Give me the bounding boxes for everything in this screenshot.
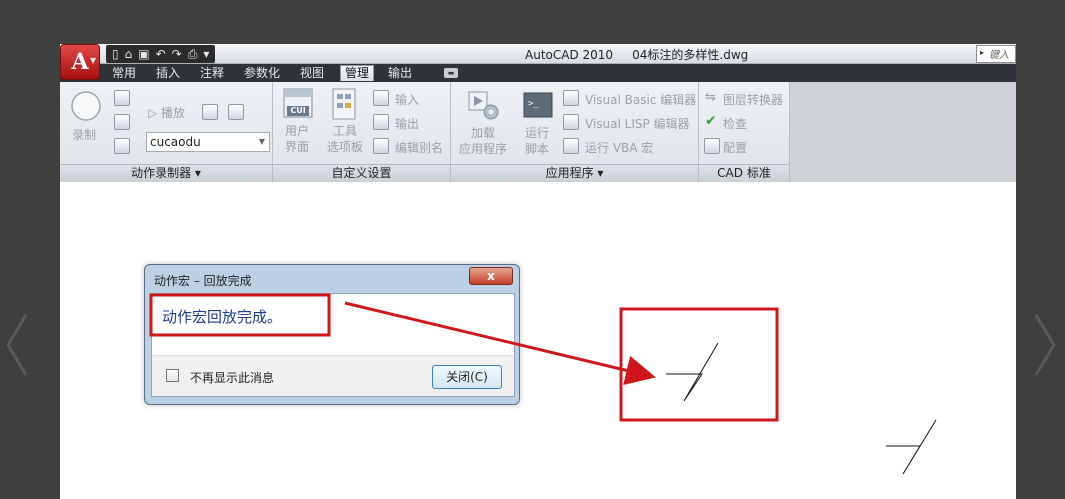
layer-translator-icon[interactable]: ⇋	[705, 90, 716, 105]
search-caret-icon: ▸	[980, 48, 985, 57]
tab-view[interactable]: 视图	[296, 66, 328, 82]
minimize-ribbon-icon[interactable]: ▬	[444, 68, 458, 78]
search-input[interactable]: ▸ 键入	[976, 45, 1016, 63]
dont-show-again-label[interactable]: 不再显示此消息	[190, 369, 274, 386]
redo-icon[interactable]: ↷	[172, 46, 182, 62]
dialog-title: 动作宏 – 回放完成	[154, 274, 252, 288]
next-arrow-icon[interactable]	[1030, 300, 1060, 390]
tool-palettes-label-1[interactable]: 工具	[333, 124, 357, 139]
dialog-body: 动作宏回放完成。	[151, 293, 515, 355]
title-bar: ▯ ⌂ ▣ ↶ ↷ ⎙ ▾ AutoCAD 2010 04标注的多样性.dwg …	[60, 44, 1016, 64]
check-icon[interactable]: ✔	[705, 113, 717, 129]
panel-customization: CUI 用户 界面 工具 选项板 输入 输出 编辑别名 自定义设置	[273, 82, 451, 182]
edit-aliases-icon[interactable]	[373, 138, 389, 154]
ribbon-tab-bar: 常用 插入 注释 参数化 视图 管理 输出 ▬	[60, 64, 1016, 82]
undo-icon[interactable]: ↶	[156, 46, 166, 62]
ribbon: 录制 ▷ 播放 cucaodu ▼ 动作录制器 ▾ CUI 用户 界面 工具 选…	[60, 82, 1016, 182]
panel-applications: 加载 应用程序 >_ 运行 脚本 Visual Basic 编辑器 Visual…	[451, 82, 699, 182]
import-icon[interactable]	[373, 90, 389, 106]
tab-manage[interactable]: 管理	[340, 65, 375, 81]
run-script-icon[interactable]: >_	[523, 92, 553, 118]
lisp-editor-icon[interactable]	[563, 114, 579, 130]
chevron-down-icon: ▼	[258, 137, 265, 146]
vba-editor-button[interactable]: Visual Basic 编辑器	[585, 91, 696, 108]
layer-translator-button[interactable]: 图层转换器	[723, 91, 783, 108]
dialog-message: 动作宏回放完成。	[162, 308, 283, 326]
vba-editor-icon[interactable]	[563, 90, 579, 106]
check-button[interactable]: 检查	[723, 115, 747, 132]
autocad-window: ▯ ⌂ ▣ ↶ ↷ ⎙ ▾ AutoCAD 2010 04标注的多样性.dwg …	[60, 44, 1016, 499]
panel-title-customization: 自定义设置	[273, 164, 450, 182]
export-button[interactable]: 输出	[395, 115, 419, 132]
run-vba-macro-icon[interactable]	[563, 138, 579, 154]
panel-title-action-recorder[interactable]: 动作录制器 ▾	[60, 164, 272, 182]
ribbon-empty-area	[790, 82, 1016, 182]
cui-badge: CUI	[290, 106, 306, 115]
panel-title-applications[interactable]: 应用程序 ▾	[451, 164, 698, 182]
tab-output[interactable]: 输出	[384, 66, 416, 82]
tool-palettes-icon[interactable]	[331, 88, 359, 120]
dont-show-again-checkbox[interactable]	[166, 369, 179, 382]
panel-action-recorder: 录制 ▷ 播放 cucaodu ▼ 动作录制器 ▾	[60, 82, 273, 182]
macro-select-value: cucaodu	[150, 135, 201, 149]
svg-text:>_: >_	[528, 99, 539, 109]
panel-title-cad-standards: CAD 标准	[699, 164, 789, 182]
load-application-label-2[interactable]: 应用程序	[459, 142, 507, 157]
run-vba-macro-button[interactable]: 运行 VBA 宏	[585, 139, 653, 156]
surface-finish-symbol	[666, 342, 719, 402]
configure-button[interactable]: 配置	[723, 139, 747, 156]
save-icon[interactable]: ▣	[138, 46, 149, 62]
configure-icon[interactable]	[704, 138, 720, 154]
edit-aliases-button[interactable]: 编辑别名	[395, 139, 443, 156]
user-interface-label-1[interactable]: 用户	[285, 124, 309, 139]
close-button[interactable]: 关闭(C)	[432, 365, 502, 389]
export-icon[interactable]	[373, 114, 389, 130]
import-button[interactable]: 输入	[395, 91, 419, 108]
manage-macros-icon[interactable]	[228, 104, 244, 120]
preferences-icon[interactable]	[202, 104, 218, 120]
dialog-footer: 不再显示此消息 关闭(C)	[151, 355, 515, 397]
search-placeholder: 键入	[989, 50, 1009, 61]
quick-access-toolbar: ▯ ⌂ ▣ ↶ ↷ ⎙ ▾	[106, 45, 216, 63]
user-interface-label-2[interactable]: 界面	[285, 140, 309, 155]
record-label[interactable]: 录制	[72, 128, 96, 143]
surface-finish-symbol	[886, 419, 937, 475]
playback-complete-dialog: 动作宏 – 回放完成 x 动作宏回放完成。 不再显示此消息 关闭(C)	[144, 264, 520, 405]
run-script-label-2[interactable]: 脚本	[525, 142, 549, 157]
run-script-label-1[interactable]: 运行	[525, 126, 549, 141]
panel-cad-standards: ⇋ 图层转换器 ✔ 检查 配置 CAD 标准	[699, 82, 790, 182]
open-icon[interactable]: ⌂	[125, 46, 133, 62]
lisp-editor-button[interactable]: Visual LISP 编辑器	[585, 115, 690, 132]
record-icon[interactable]	[70, 90, 102, 122]
dialog-close-x-button[interactable]: x	[469, 267, 513, 285]
plot-icon[interactable]: ⎙	[188, 46, 198, 62]
application-menu-chevron-icon[interactable]: ▼	[90, 56, 96, 65]
tool-palettes-label-2[interactable]: 选项板	[327, 140, 363, 155]
load-application-icon[interactable]	[467, 90, 501, 122]
window-title: AutoCAD 2010 04标注的多样性.dwg	[525, 48, 749, 62]
new-icon[interactable]: ▯	[112, 46, 119, 62]
request-input-icon[interactable]	[114, 114, 130, 130]
macro-select[interactable]: cucaodu ▼	[146, 132, 270, 152]
tab-home[interactable]: 常用	[108, 66, 140, 82]
tab-insert[interactable]: 插入	[152, 66, 184, 82]
previous-arrow-icon[interactable]	[2, 300, 32, 390]
insert-message-icon[interactable]	[114, 90, 130, 106]
request-view-icon[interactable]	[114, 138, 130, 154]
load-application-label-1[interactable]: 加载	[471, 126, 495, 141]
tab-annotate[interactable]: 注释	[196, 66, 228, 82]
play-button[interactable]: ▷ 播放	[148, 104, 185, 121]
customize-qat-icon[interactable]: ▾	[203, 46, 209, 62]
tab-parametric[interactable]: 参数化	[240, 66, 284, 82]
